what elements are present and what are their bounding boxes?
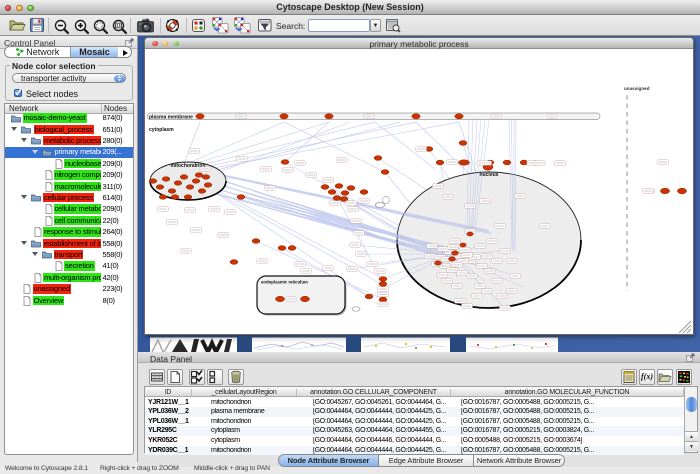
svg-text:nucleus: nucleus [480,172,499,178]
svg-text:unassigned: unassigned [624,86,650,91]
svg-text:endoplasmic reticulum: endoplasmic reticulum [261,280,308,285]
svg-text:plasma membrane: plasma membrane [149,115,193,121]
svg-text:cytoplasm: cytoplasm [149,127,174,133]
